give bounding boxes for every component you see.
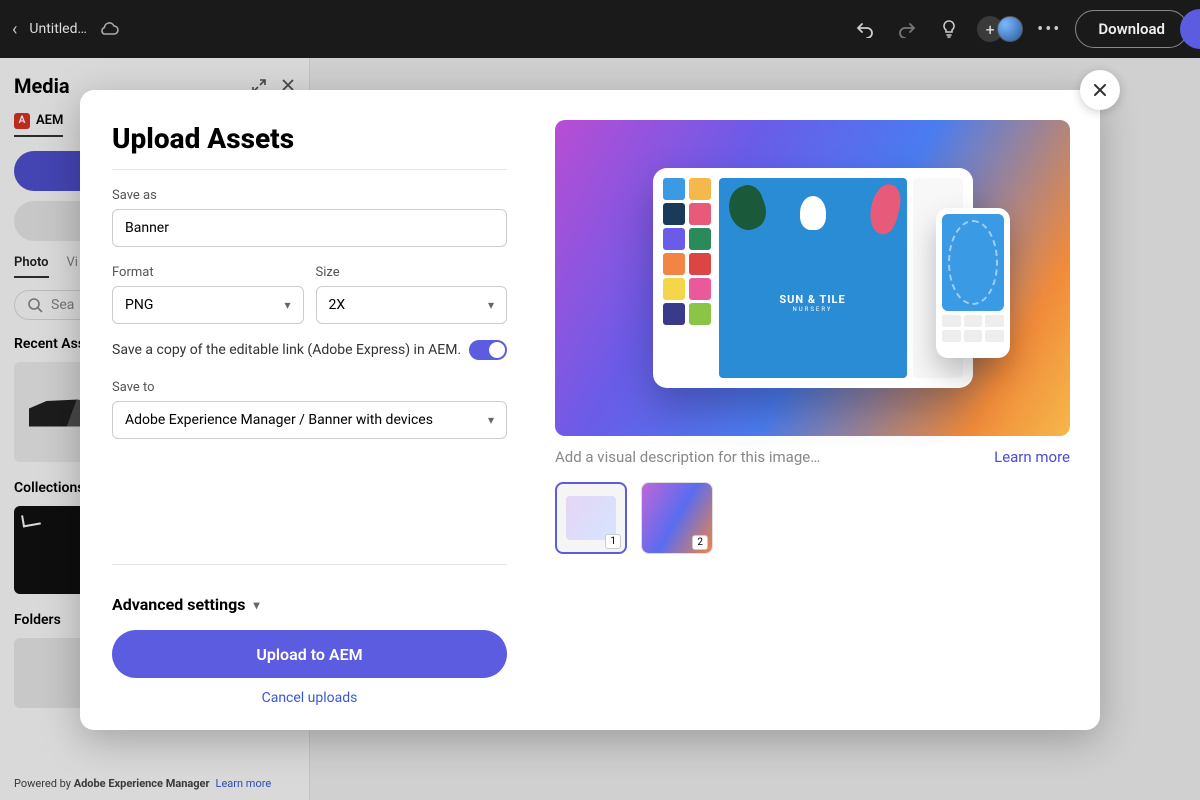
- tablet-mockup: SUN & TILE NURSERY: [653, 168, 973, 388]
- upload-assets-modal: Upload Assets Save as Format PNG ▾ Size …: [80, 90, 1100, 730]
- format-select[interactable]: PNG ▾: [112, 286, 304, 324]
- more-icon[interactable]: •••: [1037, 19, 1061, 40]
- save-to-value: Adobe Experience Manager / Banner with d…: [125, 412, 433, 428]
- poster-title: SUN & TILE: [779, 293, 845, 306]
- cloud-icon[interactable]: [99, 21, 119, 37]
- size-label: Size: [316, 265, 508, 280]
- preview-thumb-1[interactable]: 1: [555, 482, 627, 554]
- chevron-down-icon: ▾: [284, 298, 290, 312]
- close-modal-button[interactable]: [1080, 70, 1120, 110]
- save-copy-toggle[interactable]: [469, 340, 507, 360]
- format-label: Format: [112, 265, 304, 280]
- upload-button[interactable]: Upload to AEM: [112, 630, 507, 678]
- modal-title: Upload Assets: [112, 122, 507, 155]
- preview-thumb-2[interactable]: 2: [641, 482, 713, 554]
- asset-preview: SUN & TILE NURSERY: [555, 120, 1070, 436]
- toggle-label: Save a copy of the editable link (Adobe …: [112, 342, 461, 358]
- top-bar: ‹ Untitled… + ••• Download: [0, 0, 1200, 58]
- poster-subtitle: NURSERY: [792, 306, 832, 313]
- chevron-down-icon: ▾: [253, 598, 259, 612]
- divider: [112, 169, 507, 170]
- lightbulb-icon[interactable]: [935, 15, 963, 43]
- avatar-group[interactable]: +: [977, 16, 1023, 42]
- size-select[interactable]: 2X ▾: [316, 286, 508, 324]
- chevron-down-icon: ▾: [488, 298, 494, 312]
- phone-mockup: [936, 208, 1010, 358]
- close-icon: [1092, 82, 1108, 98]
- cancel-uploads-link[interactable]: Cancel uploads: [112, 690, 507, 706]
- save-as-label: Save as: [112, 188, 507, 203]
- divider: [112, 564, 507, 565]
- undo-icon[interactable]: [851, 15, 879, 43]
- size-value: 2X: [329, 297, 346, 313]
- save-as-input[interactable]: [112, 209, 507, 247]
- advanced-settings-toggle[interactable]: Advanced settings ▾: [112, 595, 507, 614]
- save-to-label: Save to: [112, 380, 507, 395]
- description-placeholder[interactable]: Add a visual description for this image…: [555, 448, 820, 466]
- document-title[interactable]: Untitled…: [29, 21, 86, 37]
- download-button[interactable]: Download: [1075, 10, 1188, 48]
- learn-more-link[interactable]: Learn more: [994, 448, 1070, 466]
- advanced-label: Advanced settings: [112, 595, 245, 614]
- redo-icon[interactable]: [893, 15, 921, 43]
- chevron-down-icon: ▾: [488, 413, 494, 427]
- back-icon[interactable]: ‹: [12, 19, 17, 40]
- thumb-badge: 2: [692, 535, 708, 550]
- save-to-select[interactable]: Adobe Experience Manager / Banner with d…: [112, 401, 507, 439]
- user-avatar[interactable]: [997, 16, 1023, 42]
- format-value: PNG: [125, 297, 153, 313]
- thumb-badge: 1: [605, 534, 621, 549]
